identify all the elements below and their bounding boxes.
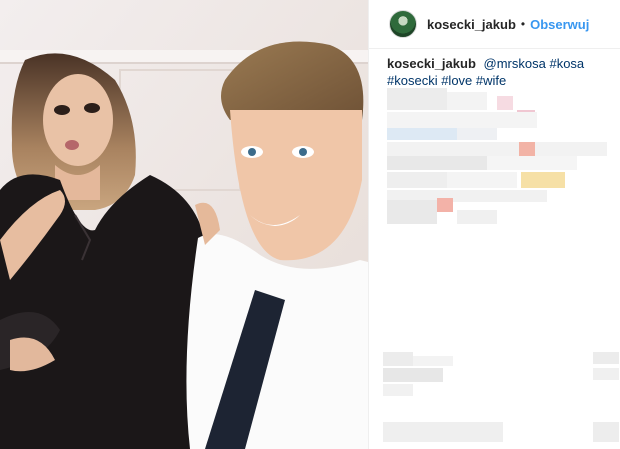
- post-photo: [0, 0, 368, 449]
- follow-button[interactable]: Obserwuj: [530, 17, 589, 32]
- hashtag-link[interactable]: #love: [441, 73, 472, 88]
- avatar[interactable]: [389, 10, 417, 38]
- hashtag-link[interactable]: #kosa: [549, 56, 584, 71]
- username-link[interactable]: kosecki_jakub: [427, 17, 516, 32]
- caption-author-link[interactable]: kosecki_jakub: [387, 56, 476, 71]
- post-header: kosecki_jakub • Obserwuj: [369, 0, 620, 49]
- hashtag-link[interactable]: #wife: [476, 73, 506, 88]
- post-caption: kosecki_jakub @mrskosa #kosa #kosecki #l…: [387, 55, 607, 89]
- selfie-image: [0, 0, 368, 449]
- mention-link[interactable]: @mrskosa: [484, 56, 546, 71]
- separator-dot: •: [520, 17, 526, 31]
- post-side-panel: kosecki_jakub • Obserwuj kosecki_jakub @…: [368, 0, 620, 449]
- hashtag-link[interactable]: #kosecki: [387, 73, 438, 88]
